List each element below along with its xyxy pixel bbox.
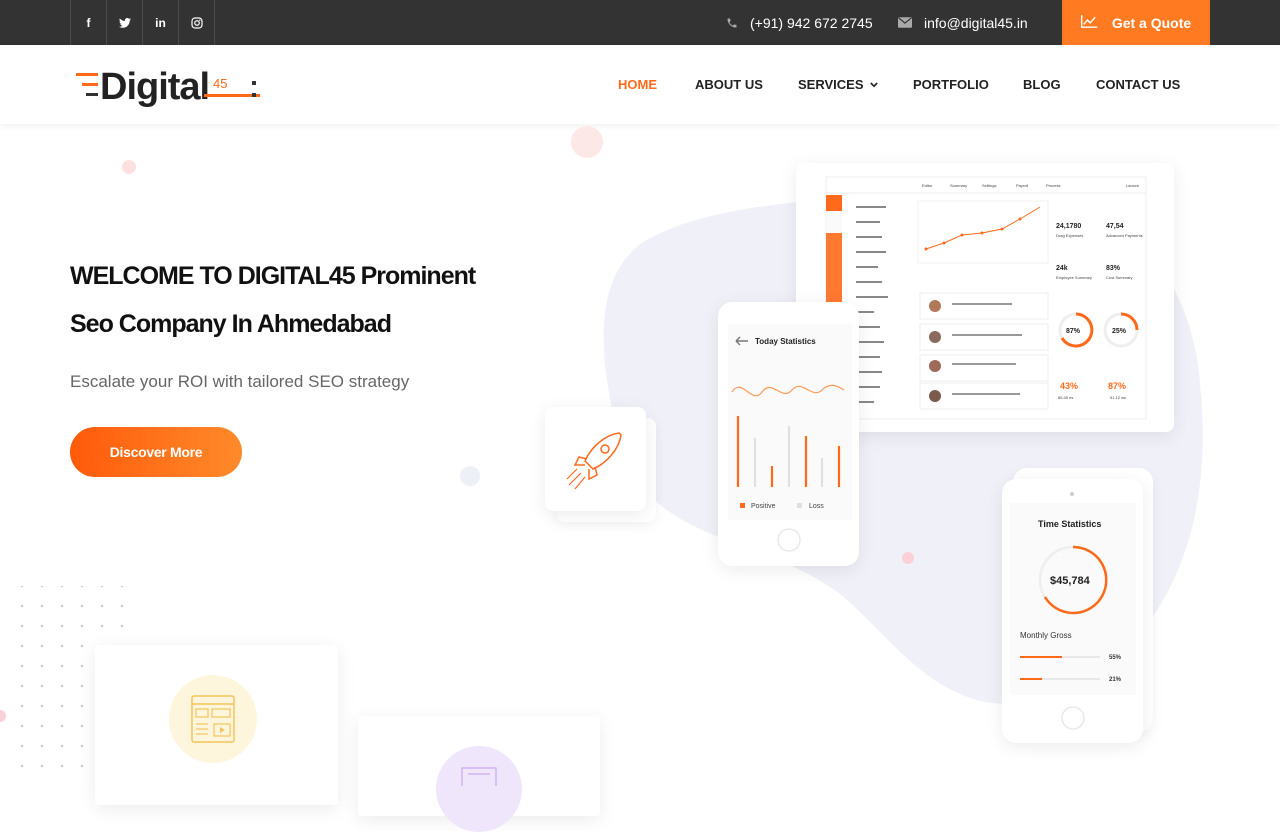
get-quote-label: Get a Quote <box>1111 14 1192 31</box>
foot-stat-2: 87% <box>1108 381 1126 391</box>
get-quote-button[interactable]: Get a Quote <box>1062 0 1210 45</box>
top-bar: f in (+91) 942 672 2745 info@digital45.i… <box>0 0 1280 45</box>
envelope-icon <box>898 17 912 28</box>
phone-icon <box>726 17 738 29</box>
brand-suffix: 45 <box>213 76 227 91</box>
twitter-icon[interactable] <box>107 0 143 45</box>
chevron-down-icon <box>869 81 878 88</box>
tab-process: Process <box>1046 183 1060 188</box>
stat-label-3: Employee Summary <box>1056 275 1092 280</box>
stat-value-4: 83% <box>1106 265 1121 272</box>
service-card-1[interactable] <box>95 645 338 805</box>
hero-subtitle: Escalate your ROI with tailored SEO stra… <box>70 372 410 391</box>
today-statistics-phone: Today Statistics Positive Loss <box>718 302 859 566</box>
phone-number: (+91) 942 672 2745 <box>750 14 873 31</box>
foot-stat-1: 43% <box>1060 381 1078 391</box>
brand-logo[interactable]: Digital 45 <box>76 63 266 108</box>
brand-name: Digital <box>100 66 209 107</box>
today-stats-title: Today Statistics <box>755 337 816 346</box>
gross-bar-1-value: 55% <box>1109 655 1122 661</box>
nav-home[interactable]: HOME <box>618 45 657 124</box>
tab-summary: Summary <box>950 183 967 188</box>
linkedin-icon[interactable]: in <box>143 0 179 45</box>
foot-sub-2: 51.12 ws <box>1110 395 1126 400</box>
stat-value-2: 47,54 <box>1106 223 1124 230</box>
legend-loss: Loss <box>809 503 824 510</box>
email-contact[interactable]: info@digital45.in <box>898 0 1028 45</box>
legend-positive: Positive <box>751 503 776 510</box>
stat-value-3: 24k <box>1056 265 1068 272</box>
rocket-card <box>545 407 646 511</box>
service-2-icon <box>436 746 522 832</box>
social-links: f in <box>70 0 215 45</box>
ring-value-2: 25% <box>1112 328 1127 335</box>
tab-payroll: Payroll <box>1016 183 1028 188</box>
time-statistics-phone: Time Statistics $45,784 Monthly Gross 55… <box>1002 479 1143 743</box>
web-design-icon <box>169 675 257 763</box>
time-stats-title: Time Statistics <box>1038 519 1101 529</box>
nav-about[interactable]: ABOUT US <box>695 45 763 124</box>
stat-label-1: Drag Expenses <box>1056 233 1083 238</box>
instagram-icon[interactable] <box>179 0 215 45</box>
service-card-2[interactable] <box>358 716 600 832</box>
discover-more-button[interactable]: Discover More <box>70 427 242 477</box>
stat-label-4: Cost Summary <box>1106 275 1132 280</box>
phone-contact[interactable]: (+91) 942 672 2745 <box>726 0 873 45</box>
gross-bar-2-value: 21% <box>1109 677 1122 683</box>
nav-services[interactable]: SERVICES <box>798 45 878 124</box>
hero-title-line-1: WELCOME TO DIGITAL45 Prominent <box>70 262 476 290</box>
main-header: Digital 45 HOME ABOUT US SERVICES PORTFO… <box>0 45 1280 124</box>
nav-services-label: SERVICES <box>798 77 864 92</box>
stat-value-1: 24,1780 <box>1056 223 1081 230</box>
tab-editor: Editor <box>922 183 933 188</box>
nav-blog[interactable]: BLOG <box>1023 45 1061 124</box>
facebook-icon[interactable]: f <box>71 0 107 45</box>
monthly-gross-label: Monthly Gross <box>1020 631 1072 640</box>
foot-sub-1: 85.45 es <box>1058 395 1073 400</box>
hero-title-line-2: Seo Company In Ahmedabad <box>70 310 392 338</box>
nav-portfolio[interactable]: PORTFOLIO <box>913 45 989 124</box>
chart-line-icon <box>1080 14 1098 31</box>
ring-value-1: 87% <box>1066 328 1081 335</box>
nav-contact[interactable]: CONTACT US <box>1096 45 1180 124</box>
stat-label-2: Advanced Payments <box>1106 233 1143 238</box>
tab-settings: Settings <box>982 183 996 188</box>
gross-amount: $45,784 <box>1050 575 1091 587</box>
rocket-icon <box>566 432 622 490</box>
tab-launch: Launch <box>1126 183 1139 188</box>
email-address: info@digital45.in <box>924 14 1028 31</box>
